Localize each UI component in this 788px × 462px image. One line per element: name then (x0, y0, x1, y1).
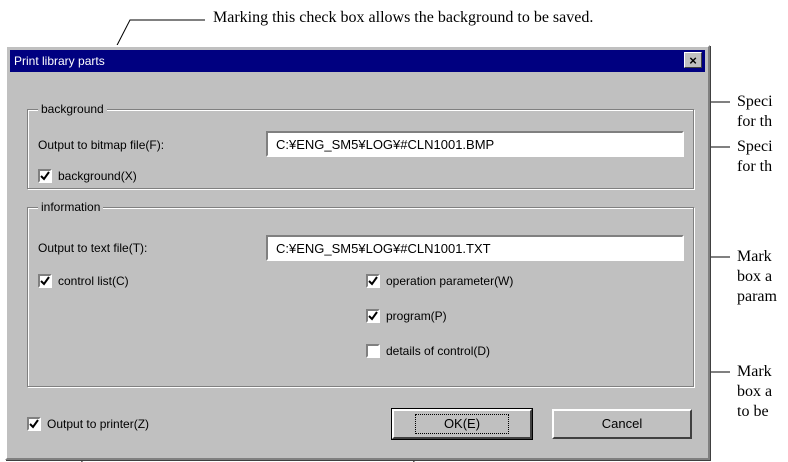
close-icon: × (689, 53, 697, 68)
background-group-label: background (38, 102, 107, 116)
information-group: information Output to text file(T): C:¥E… (27, 200, 694, 387)
ok-button[interactable]: OK(E) (391, 408, 533, 440)
callout-r2-line2: for th (737, 158, 773, 175)
control-list-checkbox[interactable] (38, 274, 52, 288)
checkmark-icon (40, 276, 50, 286)
control-list-label: control list(C) (58, 274, 129, 288)
checkmark-icon (368, 276, 378, 286)
callout-r4-line2: box a (737, 383, 773, 400)
details-of-control-label: details of control(D) (386, 344, 491, 358)
output-to-printer-checkbox[interactable] (27, 417, 41, 431)
operation-parameter-checkbox[interactable] (366, 274, 380, 288)
callout-r3-line3: param (737, 288, 777, 305)
program-checkbox[interactable] (366, 309, 380, 323)
checkmark-icon (40, 171, 50, 181)
callout-r2-line1: Speci (737, 138, 773, 155)
callout-top-text: Marking this check box allows the backgr… (213, 9, 594, 26)
checkmark-icon (29, 419, 39, 429)
cancel-button[interactable]: Cancel (552, 409, 692, 439)
background-checkbox-label: background(X) (58, 169, 137, 183)
output-to-printer-label: Output to printer(Z) (47, 417, 150, 431)
callout-r1-line2: for th (737, 113, 773, 130)
text-file-input[interactable]: C:¥ENG_SM5¥LOG¥#CLN1001.TXT (266, 235, 684, 261)
callout-r4-line3: to be (737, 403, 769, 420)
bitmap-file-input[interactable]: C:¥ENG_SM5¥LOG¥#CLN1001.BMP (266, 131, 684, 157)
ok-button-label: OK(E) (414, 414, 510, 434)
title-bar: Print library parts × (10, 50, 705, 72)
close-button[interactable]: × (684, 52, 702, 68)
callout-r3-line2: box a (737, 268, 773, 285)
callout-r4-line1: Mark (737, 363, 772, 380)
details-of-control-checkbox[interactable] (366, 344, 380, 358)
program-label: program(P) (386, 309, 447, 323)
dialog-title: Print library parts (14, 54, 105, 68)
operation-parameter-label: operation parameter(W) (386, 274, 514, 288)
background-checkbox[interactable] (38, 169, 52, 183)
text-file-label: Output to text file(T): (38, 241, 148, 255)
information-group-label: information (38, 200, 104, 214)
callout-r1-line1: Speci (737, 93, 773, 110)
callout-r3-line1: Mark (737, 248, 772, 265)
checkmark-icon (368, 311, 378, 321)
bitmap-file-label: Output to bitmap file(F): (38, 138, 165, 152)
print-library-parts-dialog: Print library parts × background Output … (5, 45, 710, 460)
background-group: background Output to bitmap file(F): C:¥… (27, 102, 694, 189)
cancel-button-label: Cancel (601, 416, 643, 431)
